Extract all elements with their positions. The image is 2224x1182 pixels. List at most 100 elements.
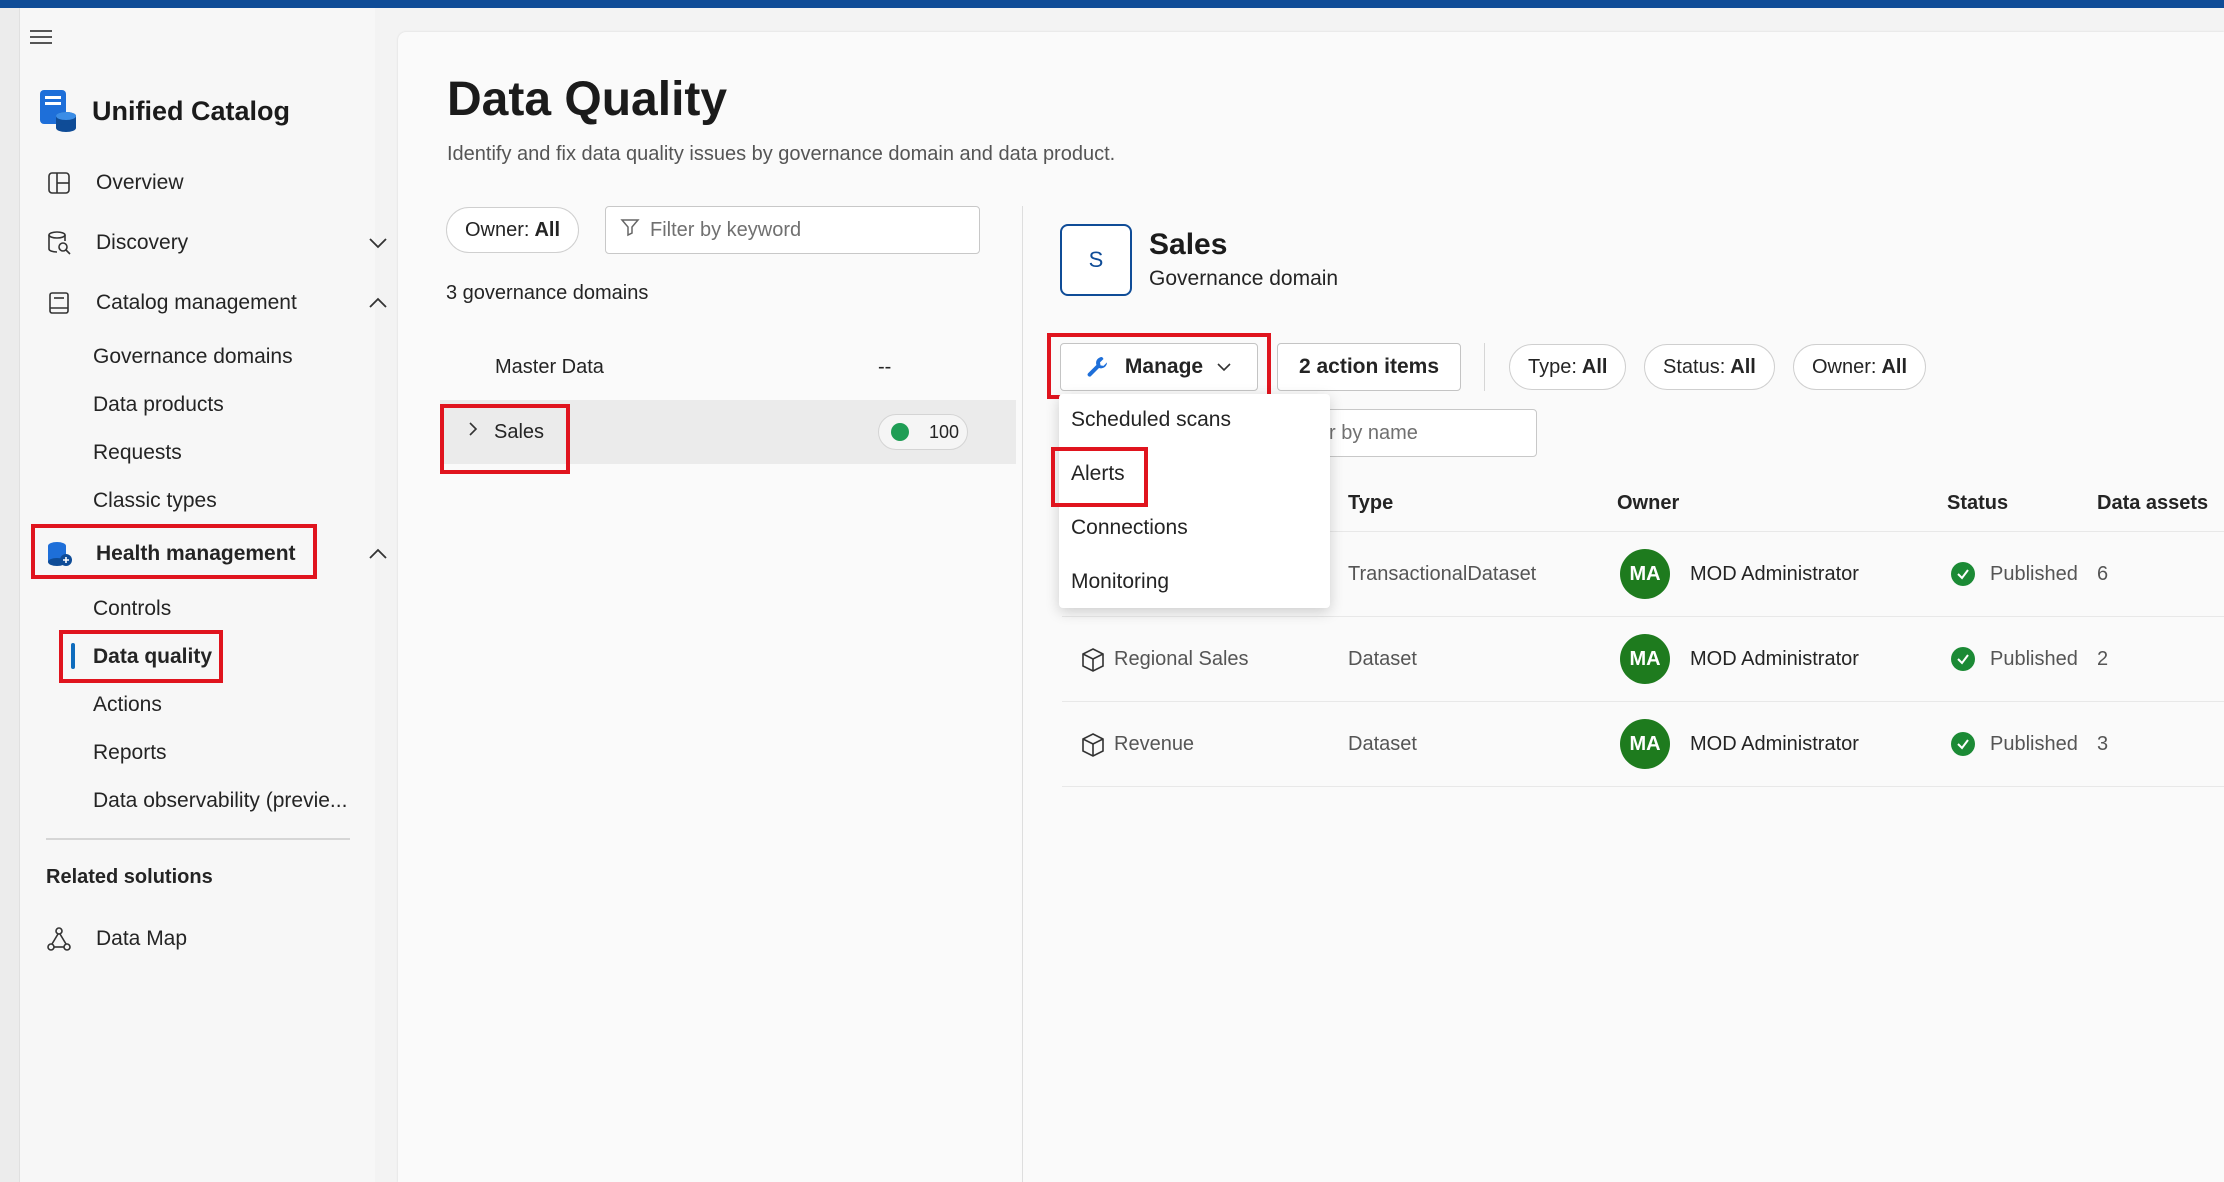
row-divider <box>1062 786 2224 787</box>
toolbar-separator <box>1484 343 1485 391</box>
page-subtitle: Identify and fix data quality issues by … <box>447 143 1116 165</box>
row-status: Published <box>1990 732 2078 755</box>
column-header-data-assets[interactable]: Data assets <box>2097 492 2208 515</box>
nav-catalog-management-label: Catalog management <box>96 291 297 314</box>
chevron-down-icon <box>1215 358 1233 376</box>
discovery-icon <box>44 228 74 258</box>
owner-filter-label-detail: Owner: <box>1812 355 1877 378</box>
sidebar-item-requests[interactable]: Requests <box>93 433 182 473</box>
row-status: Published <box>1990 647 2078 670</box>
hamburger-menu-icon[interactable] <box>24 20 58 54</box>
row-owner: MOD Administrator <box>1690 647 1859 670</box>
row-type: Dataset <box>1348 647 1417 670</box>
row-assets: 3 <box>2097 732 2109 755</box>
manage-label: Manage <box>1124 355 1204 378</box>
domain-count: 3 governance domains <box>446 282 649 304</box>
filter-icon <box>620 217 640 243</box>
brand: Unified Catalog <box>38 88 290 134</box>
menu-item-alerts[interactable]: Alerts <box>1071 454 1125 494</box>
column-header-owner[interactable]: Owner <box>1617 492 1679 515</box>
row-assets: 2 <box>2097 647 2109 670</box>
chevron-up-icon <box>366 291 390 315</box>
owner-filter-pill-detail[interactable]: Owner: All <box>1793 344 1927 390</box>
manage-button[interactable]: Manage <box>1060 343 1258 391</box>
sidebar-item-data-quality[interactable]: Data quality <box>93 637 212 677</box>
status-filter-pill[interactable]: Status: All <box>1644 344 1775 390</box>
quality-score-badge: 100 <box>878 414 968 450</box>
sidebar-item-classic-types[interactable]: Classic types <box>93 481 217 521</box>
avatar: MA <box>1620 549 1670 599</box>
nav-catalog-management[interactable]: Catalog management <box>44 279 387 327</box>
action-items-button[interactable]: 2 action items <box>1277 343 1461 391</box>
column-header-type[interactable]: Type <box>1348 492 1393 515</box>
nav-overview-label: Overview <box>96 171 184 194</box>
left-edge-rail <box>0 8 20 1182</box>
domain-score: -- <box>878 355 892 378</box>
menu-item-monitoring[interactable]: Monitoring <box>1071 562 1169 602</box>
row-owner: MOD Administrator <box>1690 732 1859 755</box>
overview-icon <box>44 168 74 198</box>
panel-divider <box>1022 206 1023 1182</box>
domain-title: Sales <box>1149 228 1228 261</box>
catalog-icon <box>44 288 74 318</box>
score-status-dot <box>891 423 909 441</box>
row-name: Regional Sales <box>1114 647 1249 670</box>
status-filter-value: All <box>1730 355 1756 378</box>
row-status: Published <box>1990 562 2078 585</box>
menu-item-scheduled-scans[interactable]: Scheduled scans <box>1071 400 1231 440</box>
data-product-icon <box>1080 732 1106 763</box>
avatar: MA <box>1620 634 1670 684</box>
type-filter-value: All <box>1581 355 1608 378</box>
list-item[interactable]: Master Data -- <box>440 335 1016 399</box>
manage-dropdown-menu: Scheduled scans Alerts Connections Monit… <box>1059 394 1330 608</box>
sidebar-item-reports[interactable]: Reports <box>93 733 167 773</box>
chevron-down-icon <box>366 231 390 255</box>
owner-filter-value-detail: All <box>1881 355 1908 378</box>
keyword-filter-placeholder: Filter by keyword <box>650 218 802 241</box>
menu-item-connections[interactable]: Connections <box>1071 508 1188 548</box>
score-value: 100 <box>929 421 960 442</box>
row-name: Revenue <box>1114 732 1195 755</box>
domain-avatar: S <box>1060 224 1132 296</box>
page-title: Data Quality <box>447 73 728 126</box>
domain-name: Sales <box>494 420 545 443</box>
nav-overview[interactable]: Overview <box>44 159 374 207</box>
keyword-filter-input[interactable]: Filter by keyword <box>605 206 980 254</box>
row-divider <box>1062 616 2224 617</box>
published-check-icon <box>1951 647 1975 671</box>
related-solutions-title: Related solutions <box>46 866 213 888</box>
sidebar-divider <box>46 838 350 840</box>
sidebar-item-data-observability[interactable]: Data observability (previe... <box>93 781 347 821</box>
row-type: TransactionalDataset <box>1348 562 1537 585</box>
nav-health-management[interactable]: Health management <box>44 530 387 578</box>
row-owner: MOD Administrator <box>1690 562 1859 585</box>
nav-discovery-label: Discovery <box>96 231 189 254</box>
avatar: MA <box>1620 719 1670 769</box>
domain-name: Master Data <box>495 355 604 378</box>
type-filter-label: Type: <box>1528 355 1577 378</box>
published-check-icon <box>1951 562 1975 586</box>
top-accent-bar <box>0 0 2224 8</box>
sidebar-item-actions[interactable]: Actions <box>93 685 162 725</box>
nav-data-map[interactable]: Data Map <box>44 915 374 963</box>
owner-filter-pill[interactable]: Owner: All <box>446 207 580 253</box>
row-assets: 6 <box>2097 562 2109 585</box>
health-management-icon <box>44 539 74 569</box>
sidebar-item-controls[interactable]: Controls <box>93 589 171 629</box>
nav-data-map-label: Data Map <box>96 927 188 950</box>
data-map-icon <box>44 924 74 954</box>
sidebar-item-data-products[interactable]: Data products <box>93 385 224 425</box>
chevron-right-icon <box>466 419 482 445</box>
name-filter-placeholder: r by name <box>1329 421 1418 444</box>
wrench-icon <box>1085 354 1111 380</box>
active-indicator <box>71 643 75 669</box>
column-header-status[interactable]: Status <box>1947 492 2008 515</box>
brand-title: Unified Catalog <box>92 95 291 126</box>
nav-discovery[interactable]: Discovery <box>44 219 387 267</box>
chevron-up-icon <box>366 542 390 566</box>
type-filter-pill[interactable]: Type: All <box>1509 344 1627 390</box>
unified-catalog-logo-icon <box>38 88 78 134</box>
domain-type: Governance domain <box>1149 267 1339 290</box>
sidebar-item-governance-domains[interactable]: Governance domains <box>93 337 293 377</box>
row-divider <box>1062 701 2224 702</box>
